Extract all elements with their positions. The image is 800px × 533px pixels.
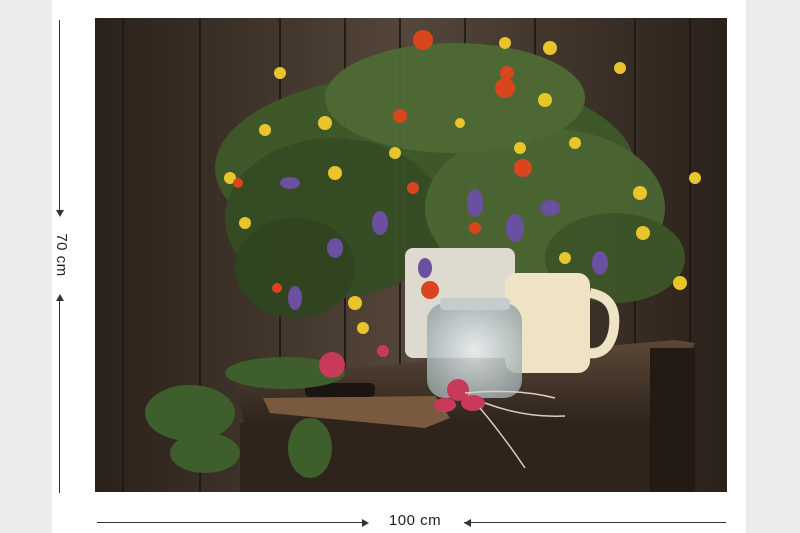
width-dimension-line-left xyxy=(97,522,367,523)
glass-jar xyxy=(427,298,522,398)
still-life-painting xyxy=(95,18,727,492)
height-label: 70 cm xyxy=(53,233,70,277)
height-arrow-up xyxy=(56,294,64,301)
height-arrow-down xyxy=(56,210,64,217)
width-arrow-left xyxy=(464,519,471,527)
width-dimension-line-right xyxy=(464,522,726,523)
width-label: 100 cm xyxy=(388,512,442,529)
canvas-print-artwork xyxy=(95,18,727,492)
height-dimension-line-top xyxy=(59,20,60,215)
width-arrow-right xyxy=(362,519,369,527)
height-dimension-line-bottom xyxy=(59,298,60,493)
table-side xyxy=(650,348,695,492)
